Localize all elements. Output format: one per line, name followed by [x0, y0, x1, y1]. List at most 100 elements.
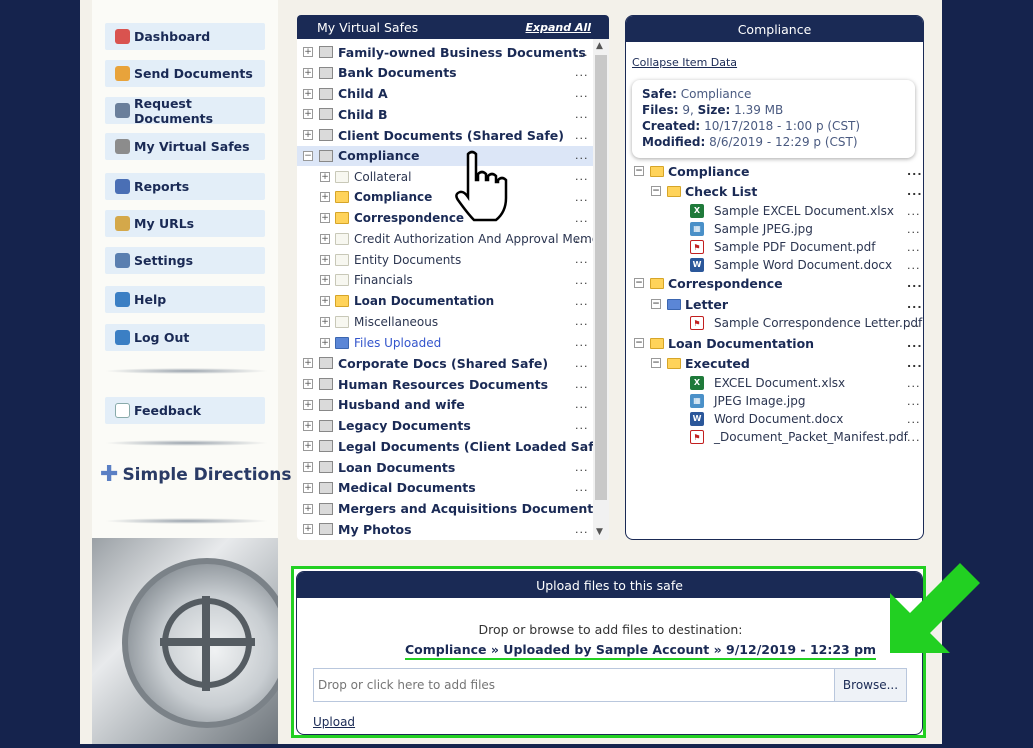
- row-menu-button[interactable]: ...: [907, 431, 921, 444]
- row-menu-button[interactable]: ...: [575, 357, 589, 370]
- expand-toggle-icon[interactable]: +: [303, 47, 313, 57]
- expand-toggle-icon[interactable]: +: [303, 109, 313, 120]
- row-menu-button[interactable]: ...: [575, 274, 589, 287]
- row-menu-button[interactable]: ...: [575, 170, 589, 183]
- content-file-row[interactable]: W Word Document.docx...: [626, 410, 923, 428]
- sidebar-item-reports[interactable]: Reports: [105, 173, 265, 200]
- row-menu-button[interactable]: ...: [575, 502, 589, 515]
- row-menu-button[interactable]: ...: [575, 46, 589, 59]
- expand-toggle-icon[interactable]: +: [303, 88, 313, 99]
- row-menu-button[interactable]: ...: [575, 336, 589, 349]
- content-folder-row[interactable]: − Compliance...: [626, 162, 923, 180]
- collapse-toggle-icon[interactable]: −: [634, 278, 644, 288]
- sidebar-item-dashboard[interactable]: Dashboard: [105, 23, 265, 50]
- tree-folder-row[interactable]: + Miscellaneous...: [297, 312, 593, 332]
- row-menu-button[interactable]: ...: [575, 149, 589, 162]
- row-menu-button[interactable]: ...: [907, 395, 921, 408]
- expand-toggle-icon[interactable]: +: [320, 316, 330, 327]
- row-menu-button[interactable]: ...: [575, 295, 589, 308]
- row-menu-button[interactable]: ...: [575, 87, 589, 100]
- expand-toggle-icon[interactable]: +: [303, 503, 313, 514]
- content-folder-row[interactable]: − Letter...: [626, 295, 923, 313]
- content-file-row[interactable]: ⚑ _Document_Packet_Manifest.pdf...: [626, 428, 923, 446]
- expand-toggle-icon[interactable]: +: [303, 399, 313, 410]
- row-menu-button[interactable]: ...: [907, 165, 923, 178]
- tree-safe-row[interactable]: + Mergers and Acquisitions Documents...: [297, 499, 593, 519]
- tree-safe-row[interactable]: + Child B...: [297, 104, 593, 124]
- scroll-down-icon[interactable]: ▼: [596, 527, 603, 537]
- tree-folder-row[interactable]: + Compliance...: [297, 187, 593, 207]
- expand-toggle-icon[interactable]: +: [320, 254, 330, 265]
- upload-link[interactable]: Upload: [313, 715, 355, 729]
- tree-safe-row[interactable]: + Corporate Docs (Shared Safe)...: [297, 353, 593, 373]
- content-folder-row[interactable]: − Correspondence...: [626, 274, 923, 292]
- sidebar-item-log-out[interactable]: Log Out: [105, 324, 265, 351]
- expand-toggle-icon[interactable]: +: [303, 524, 313, 535]
- row-menu-button[interactable]: ...: [907, 413, 921, 426]
- row-menu-button[interactable]: ...: [575, 108, 589, 121]
- file-drop-input[interactable]: [314, 669, 834, 701]
- content-file-row[interactable]: ⚑ Sample Correspondence Letter.pdf...: [626, 314, 923, 332]
- row-menu-button[interactable]: ...: [575, 129, 589, 142]
- tree-folder-row[interactable]: + Entity Documents...: [297, 250, 593, 270]
- expand-toggle-icon[interactable]: +: [320, 296, 330, 306]
- sidebar-item-settings[interactable]: Settings: [105, 247, 265, 274]
- row-menu-button[interactable]: ...: [575, 378, 589, 391]
- tree-folder-row[interactable]: + Correspondence...: [297, 208, 593, 228]
- content-file-row[interactable]: X EXCEL Document.xlsx...: [626, 374, 923, 392]
- tree-safe-row[interactable]: + Child A...: [297, 84, 593, 104]
- content-file-row[interactable]: ▦ JPEG Image.jpg...: [626, 392, 923, 410]
- expand-toggle-icon[interactable]: +: [320, 213, 330, 223]
- sidebar-item-my-urls[interactable]: My URLs: [105, 210, 265, 237]
- expand-toggle-icon[interactable]: +: [303, 358, 313, 369]
- expand-toggle-icon[interactable]: +: [303, 67, 313, 78]
- collapse-toggle-icon[interactable]: −: [651, 358, 661, 368]
- content-file-row[interactable]: ▦ Sample JPEG.jpg...: [626, 220, 923, 238]
- tree-safe-row[interactable]: + Loan Documents...: [297, 457, 593, 477]
- sidebar-item-send-documents[interactable]: Send Documents: [105, 60, 265, 87]
- row-menu-button[interactable]: ...: [575, 461, 589, 474]
- row-menu-button[interactable]: ...: [907, 298, 923, 311]
- collapse-toggle-icon[interactable]: −: [303, 150, 313, 161]
- row-menu-button[interactable]: ...: [575, 419, 589, 432]
- expand-toggle-icon[interactable]: +: [303, 379, 313, 389]
- sidebar-item-help[interactable]: Help: [105, 286, 265, 313]
- collapse-toggle-icon[interactable]: −: [634, 338, 644, 348]
- simple-directions-link[interactable]: ✚ Simple Directions: [100, 464, 291, 486]
- tree-safe-row[interactable]: + Family-owned Business Documents...: [297, 42, 593, 62]
- content-folder-row[interactable]: − Check List...: [626, 182, 923, 200]
- collapse-toggle-icon[interactable]: −: [651, 299, 661, 309]
- tree-safe-row[interactable]: + Legal Documents (Client Loaded Safe)...: [297, 436, 593, 456]
- content-folder-row[interactable]: − Loan Documentation...: [626, 334, 923, 352]
- row-menu-button[interactable]: ...: [907, 241, 921, 254]
- content-file-row[interactable]: ⚑ Sample PDF Document.pdf...: [626, 238, 923, 256]
- row-menu-button[interactable]: ...: [575, 66, 589, 79]
- tree-safe-row[interactable]: + Husband and wife...: [297, 395, 593, 415]
- expand-toggle-icon[interactable]: +: [303, 441, 313, 452]
- tree-safe-row[interactable]: − Compliance...: [297, 145, 593, 166]
- tree-folder-row[interactable]: + Collateral...: [297, 167, 593, 187]
- browse-button[interactable]: Browse...: [834, 669, 906, 701]
- row-menu-button[interactable]: ...: [907, 317, 921, 330]
- tree-safe-row[interactable]: + Legacy Documents...: [297, 416, 593, 436]
- sidebar-item-request-documents[interactable]: Request Documents: [105, 96, 265, 126]
- expand-toggle-icon[interactable]: +: [303, 462, 313, 472]
- tree-safe-row[interactable]: + My Photos...: [297, 519, 593, 539]
- collapse-toggle-icon[interactable]: −: [651, 186, 661, 196]
- tree-folder-row[interactable]: + Files Uploaded...: [297, 333, 593, 353]
- file-drop-field[interactable]: Browse...: [313, 668, 907, 702]
- row-menu-button[interactable]: ...: [575, 315, 589, 328]
- scroll-up-icon[interactable]: ▲: [596, 41, 603, 51]
- row-menu-button[interactable]: ...: [575, 191, 589, 204]
- row-menu-button[interactable]: ...: [907, 259, 921, 272]
- expand-toggle-icon[interactable]: +: [320, 192, 330, 203]
- row-menu-button[interactable]: ...: [575, 481, 589, 494]
- row-menu-button[interactable]: ...: [907, 205, 921, 218]
- row-menu-button[interactable]: ...: [907, 223, 921, 236]
- expand-toggle-icon[interactable]: +: [303, 482, 313, 493]
- expand-toggle-icon[interactable]: +: [303, 130, 313, 140]
- content-file-row[interactable]: W Sample Word Document.docx...: [626, 256, 923, 274]
- expand-toggle-icon[interactable]: +: [320, 233, 330, 244]
- feedback-button[interactable]: Feedback: [105, 397, 265, 424]
- sidebar-item-my-virtual-safes[interactable]: My Virtual Safes: [105, 133, 265, 160]
